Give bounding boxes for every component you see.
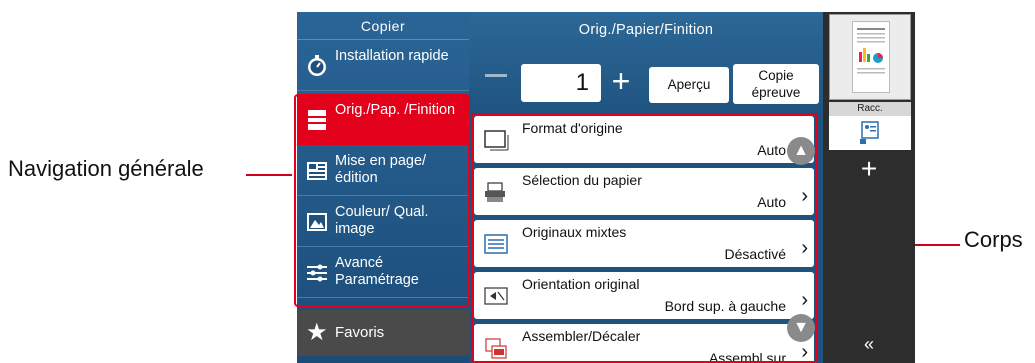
shortcut-card-icon xyxy=(859,121,881,150)
quantity-input[interactable]: 1 xyxy=(521,64,601,102)
main-title: Orig./Papier/Finition xyxy=(578,22,714,38)
proof-copy-button[interactable]: Copie épreuve xyxy=(733,64,819,104)
right-panel: Racc. + « xyxy=(823,12,915,363)
preview-button[interactable]: Aperçu xyxy=(649,67,729,103)
favorites-label: Favoris xyxy=(335,324,385,341)
body-highlight-frame xyxy=(471,113,818,363)
callout-navigation: Navigation générale xyxy=(8,156,204,181)
callout-body: Corps xyxy=(964,227,1023,252)
quantity-increment-button[interactable]: + xyxy=(605,62,637,100)
navigation-highlight-frame xyxy=(294,94,470,307)
preview-thumbnail[interactable] xyxy=(829,14,911,100)
nav-item-label: Installation rapide xyxy=(335,48,449,64)
document-thumbnail-icon xyxy=(852,21,890,93)
quantity-decrement-button[interactable] xyxy=(485,74,507,77)
shortcut-label: Racc. xyxy=(829,102,911,116)
nav-item-quick-setup[interactable]: Installation rapide xyxy=(297,41,469,91)
leader-line-left xyxy=(246,174,292,176)
stopwatch-icon xyxy=(305,54,329,78)
nav-title: Copier xyxy=(297,12,469,40)
stage: Navigation générale Corps Copier Install… xyxy=(0,0,1035,363)
shortcut-item[interactable] xyxy=(829,116,911,150)
collapse-panel-icon[interactable]: « xyxy=(823,334,915,355)
add-shortcut-button[interactable]: + xyxy=(823,152,915,186)
favorites-button[interactable]: ★ Favoris xyxy=(297,310,469,356)
star-icon: ★ xyxy=(306,319,328,346)
